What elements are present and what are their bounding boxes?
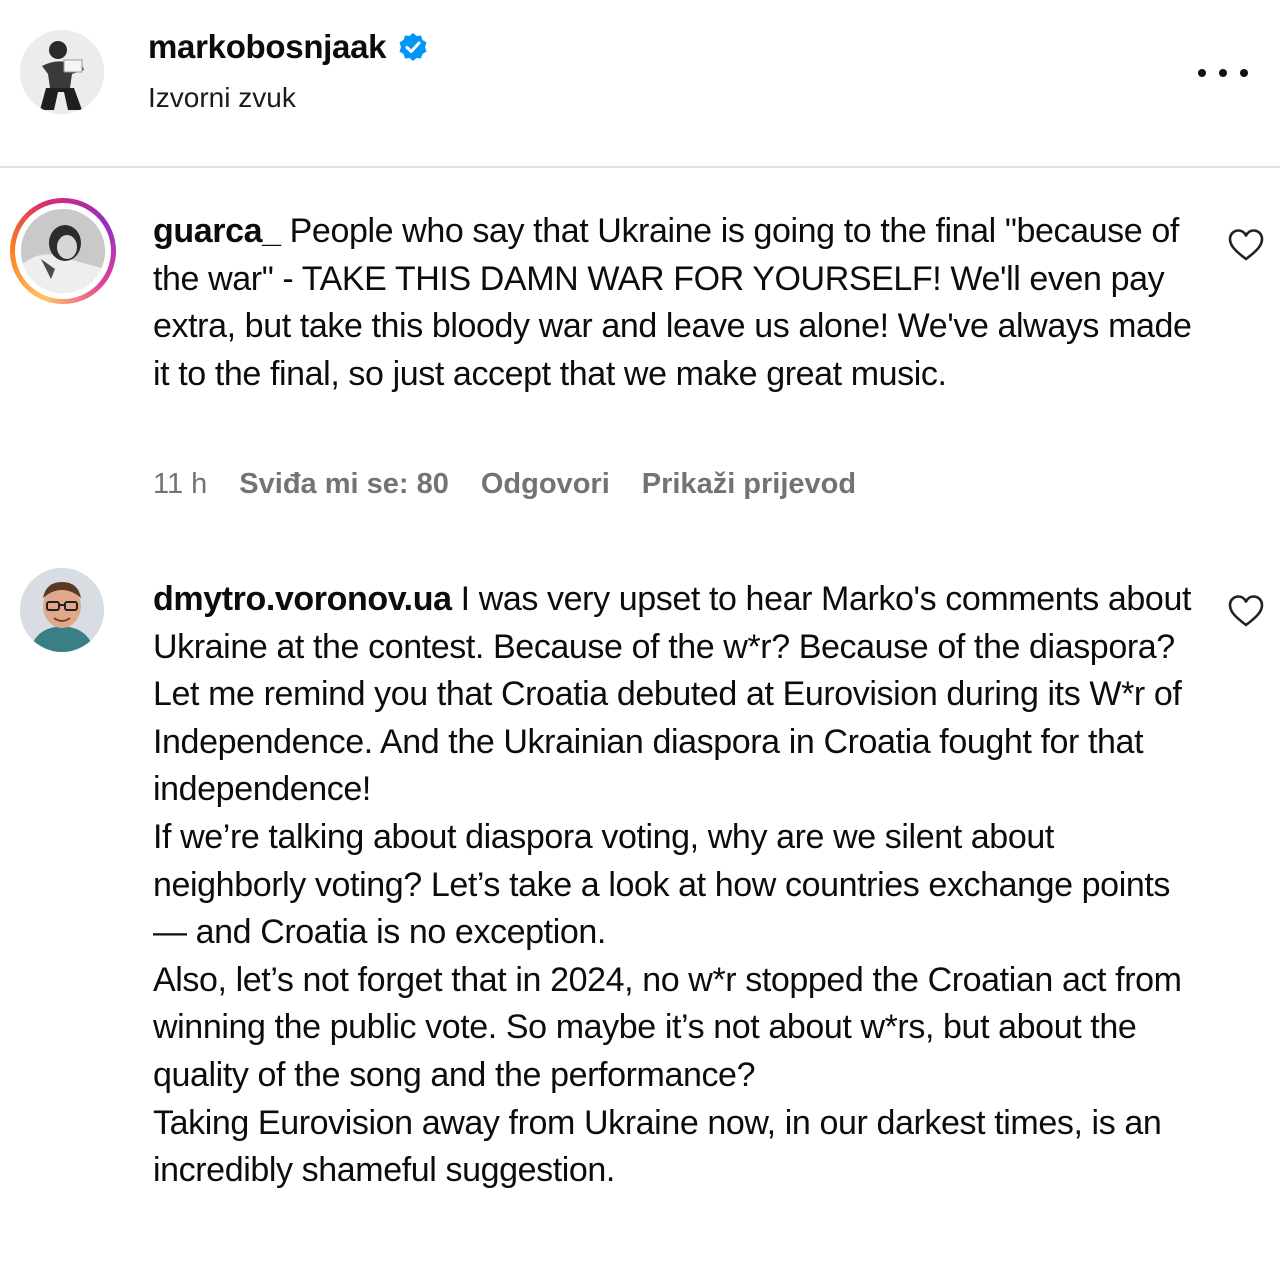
commenter-avatar[interactable] [20, 568, 104, 652]
show-translation-button[interactable]: Prikaži prijevod [642, 468, 856, 501]
reply-button[interactable]: Odgovori [481, 468, 610, 501]
heart-outline-icon[interactable] [1228, 594, 1264, 628]
post-header: markobosnjaak Izvorni zvuk [0, 0, 1280, 166]
comment-meta: 11 h Sviđa mi se: 80 Odgovori Prikaži pr… [153, 468, 856, 501]
heart-outline-icon[interactable] [1228, 228, 1264, 262]
comment-username[interactable]: guarca_ [153, 212, 281, 250]
comment-text: I was very upset to hear Marko's comment… [153, 580, 1192, 1190]
comment-time: 11 h [153, 468, 208, 500]
story-ring[interactable] [10, 198, 116, 304]
more-options-icon[interactable] [1198, 58, 1248, 88]
audio-label[interactable]: Izvorni zvuk [148, 82, 296, 114]
post-username[interactable]: markobosnjaak [148, 28, 387, 66]
comment-text: People who say that Ukraine is going to … [153, 212, 1201, 393]
post-author-avatar[interactable] [20, 30, 104, 114]
comment-body: guarca_ People who say that Ukraine is g… [153, 208, 1203, 398]
comment-body: dmytro.voronov.ua I was very upset to he… [153, 576, 1203, 1195]
commenter-avatar [21, 209, 105, 293]
likes-count[interactable]: Sviđa mi se: 80 [239, 468, 449, 501]
comment-username[interactable]: dmytro.voronov.ua [153, 580, 452, 618]
verified-badge-icon [399, 33, 427, 61]
divider [0, 166, 1280, 168]
